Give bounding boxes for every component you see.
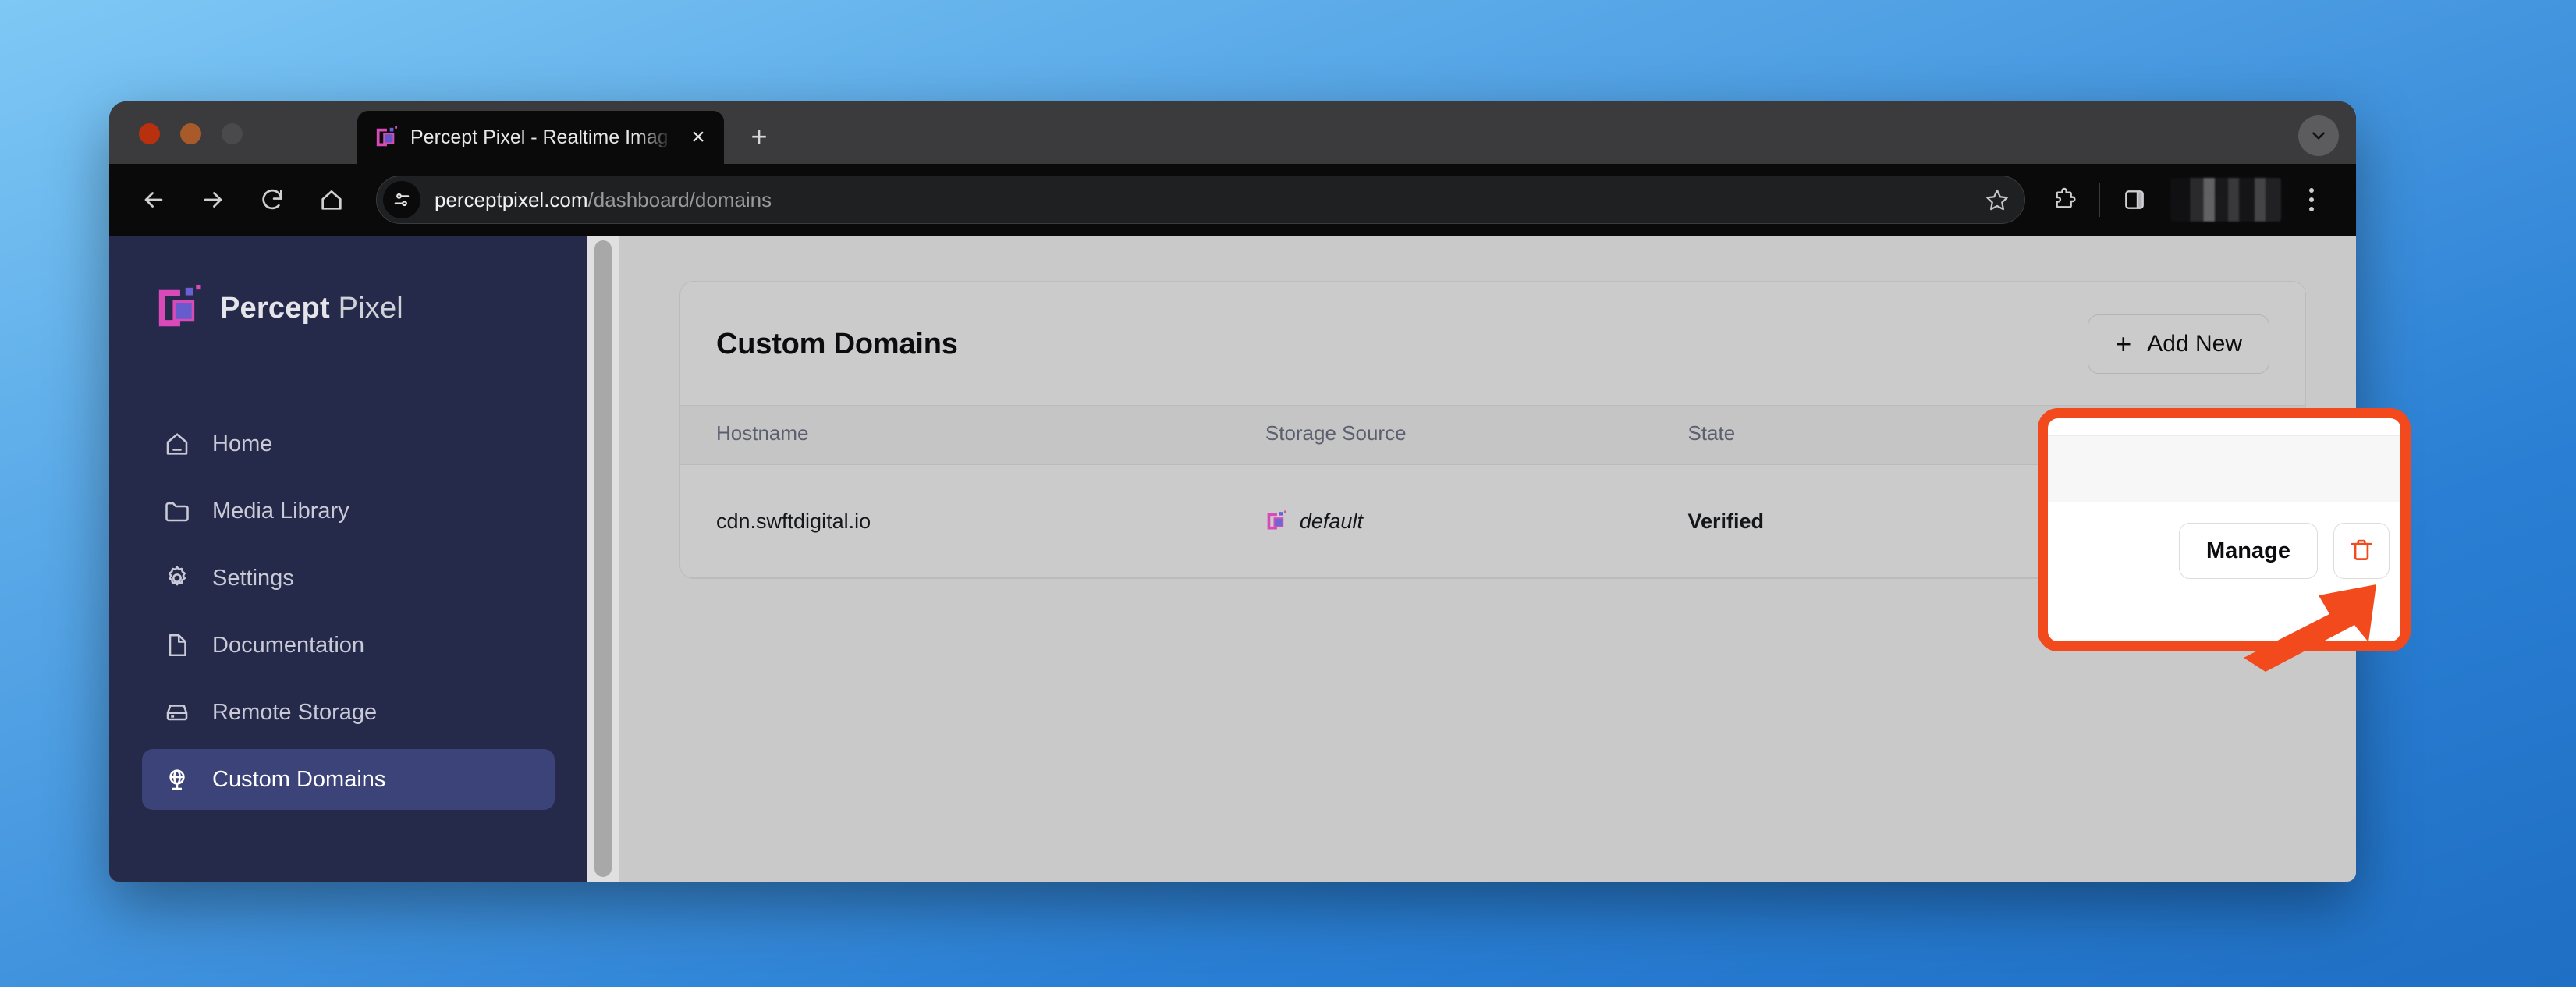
- app-sidebar: Percept Pixel Home Media Library Setting…: [109, 236, 587, 882]
- url-domain: perceptpixel.com: [435, 187, 588, 211]
- annotation-highlight-box: Manage: [2038, 408, 2411, 651]
- page-title: Custom Domains: [716, 327, 958, 360]
- trash-icon: [2348, 537, 2375, 566]
- star-icon[interactable]: [1978, 180, 2017, 219]
- percept-pixel-logo-icon: [1265, 510, 1287, 532]
- brand-logo[interactable]: Percept Pixel: [109, 265, 587, 332]
- home-icon: [162, 429, 192, 459]
- browser-window: Percept Pixel - Realtime Imag × + percep…: [109, 101, 2356, 882]
- hard-drive-icon: [162, 698, 192, 727]
- sidebar-item-remote-storage[interactable]: Remote Storage: [142, 682, 555, 743]
- document-icon: [162, 630, 192, 660]
- brand-name-bold: Percept: [220, 291, 330, 325]
- toolbar-divider: [2099, 183, 2100, 217]
- add-new-button[interactable]: + Add New: [2088, 314, 2269, 374]
- new-tab-button[interactable]: +: [743, 120, 775, 153]
- browser-tab-title: Percept Pixel - Realtime Imag: [410, 126, 669, 148]
- column-header-state: State: [1687, 405, 1981, 465]
- sidebar-nav: Home Media Library Settings Documentatio…: [109, 414, 587, 810]
- close-window-button[interactable]: [139, 123, 160, 144]
- manage-button-highlighted[interactable]: Manage: [2179, 523, 2318, 579]
- browser-tab-strip: Percept Pixel - Realtime Imag × +: [109, 101, 2356, 164]
- annotation-table-header-strip: [2048, 435, 2400, 502]
- sidebar-item-label: Custom Domains: [212, 766, 386, 792]
- sidebar-item-custom-domains[interactable]: Custom Domains: [142, 749, 555, 810]
- add-new-label: Add New: [2147, 331, 2242, 357]
- sidebar-item-media-library[interactable]: Media Library: [142, 481, 555, 541]
- globe-icon: [162, 765, 192, 794]
- address-bar[interactable]: perceptpixel.com/dashboard/domains: [376, 176, 2025, 224]
- cell-hostname: cdn.swftdigital.io: [680, 464, 1265, 578]
- sidebar-item-label: Settings: [212, 565, 294, 591]
- minimize-window-button[interactable]: [180, 123, 201, 144]
- forward-button[interactable]: [189, 176, 237, 224]
- site-settings-icon[interactable]: [383, 181, 420, 218]
- browser-toolbar: perceptpixel.com/dashboard/domains: [109, 164, 2356, 236]
- reload-button[interactable]: [248, 176, 296, 224]
- percept-pixel-logo-icon: [154, 284, 203, 332]
- page-viewport: Percept Pixel Home Media Library Setting…: [109, 236, 2356, 882]
- profile-avatar[interactable]: [2170, 178, 2281, 222]
- close-icon[interactable]: ×: [685, 124, 711, 151]
- sidebar-item-home[interactable]: Home: [142, 414, 555, 474]
- card-header: Custom Domains + Add New: [680, 282, 2305, 405]
- folder-icon: [162, 496, 192, 526]
- home-button[interactable]: [307, 176, 356, 224]
- sidebar-item-documentation[interactable]: Documentation: [142, 615, 555, 676]
- window-traffic-lights: [139, 123, 243, 144]
- brand-name-regular: Pixel: [338, 291, 403, 325]
- storage-source-name: default: [1299, 509, 1363, 533]
- annotation-actions-group: Manage: [2048, 523, 2390, 579]
- browser-tab[interactable]: Percept Pixel - Realtime Imag ×: [357, 111, 724, 164]
- sidebar-item-settings[interactable]: Settings: [142, 548, 555, 609]
- brand-name: Percept Pixel: [220, 292, 403, 325]
- gear-icon: [162, 563, 192, 593]
- tab-search-button[interactable]: [2298, 115, 2339, 156]
- plus-icon: +: [2115, 328, 2132, 360]
- page-scrollbar[interactable]: [587, 236, 619, 882]
- url-path: /dashboard/domains: [587, 187, 772, 211]
- annotation-highlight-inner: Manage: [2048, 418, 2400, 641]
- maximize-window-button[interactable]: [222, 123, 243, 144]
- sidebar-item-label: Documentation: [212, 632, 365, 658]
- status-badge: Verified: [1687, 464, 1981, 578]
- percept-pixel-logo-icon: [374, 126, 398, 149]
- column-header-hostname: Hostname: [680, 405, 1265, 465]
- side-panel-icon[interactable]: [2113, 178, 2156, 222]
- sidebar-item-label: Home: [212, 431, 273, 456]
- address-bar-url[interactable]: perceptpixel.com/dashboard/domains: [420, 188, 1978, 212]
- sidebar-item-label: Remote Storage: [212, 699, 378, 725]
- column-header-storage-source: Storage Source: [1265, 405, 1688, 465]
- puzzle-icon[interactable]: [2042, 178, 2086, 222]
- back-button[interactable]: [130, 176, 178, 224]
- scrollbar-thumb[interactable]: [594, 240, 612, 877]
- three-dot-menu-icon[interactable]: [2292, 178, 2331, 222]
- delete-domain-button-highlighted[interactable]: [2333, 523, 2390, 579]
- sidebar-item-label: Media Library: [212, 498, 349, 524]
- cell-storage-source: default: [1265, 464, 1688, 578]
